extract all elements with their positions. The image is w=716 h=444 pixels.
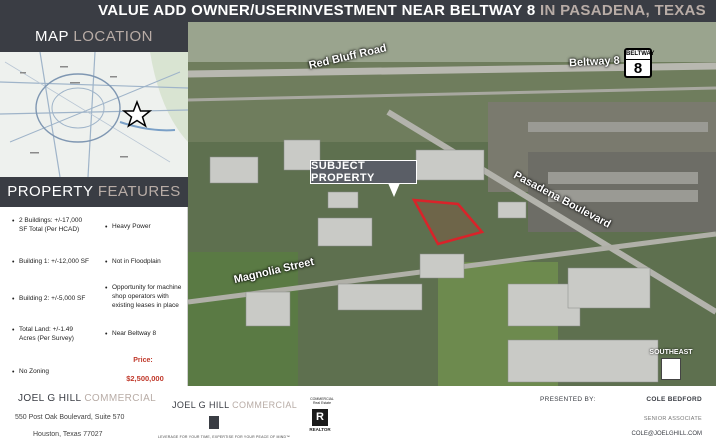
price-value: $2,500,000 <box>126 374 164 383</box>
location-map <box>0 52 188 177</box>
bullet-icon: • <box>12 218 15 225</box>
compass-arrow-icon <box>661 358 681 380</box>
feature-item: • Building 2: +/-5,000 SF <box>12 295 86 303</box>
feature-item: • Near Beltway 8 <box>105 330 157 338</box>
compass-southeast: SOUTHEAST <box>648 349 694 380</box>
beltway-shield-icon: BELTWAY 8 <box>624 48 654 78</box>
beltway-shield-number: 8 <box>633 60 643 77</box>
bullet-icon: • <box>105 259 108 266</box>
realtor-caption: COMMERCIAL Real Estate <box>310 397 334 405</box>
feature-item: • Total Land: +/-1.49 Acres (Per Survey) <box>12 326 74 342</box>
agent-email[interactable]: COLE@JOELGHILL.COM <box>632 431 702 437</box>
feature-item: • Building 1: +/-12,000 SF <box>12 258 89 266</box>
bullet-icon: • <box>12 369 15 376</box>
realtor-word: REALTOR <box>309 427 331 432</box>
company-logo-text: JOEL G HILL COMMERCIAL <box>172 400 298 410</box>
top-banner: VALUE ADD OWNER/USERINVESTMENT NEAR BELT… <box>0 0 716 22</box>
footer-company-name: JOEL G HILL COMMERCIAL <box>18 393 157 404</box>
map-title-accent: LOCATION <box>73 28 153 45</box>
footer-address-line2: Houston, Texas 77027 <box>33 431 103 438</box>
footer: JOEL G HILL COMMERCIAL 550 Post Oak Boul… <box>0 386 716 444</box>
feature-item: • No Zoning <box>12 368 49 376</box>
features-title-accent: FEATURES <box>97 183 181 200</box>
footer-address-line1: 550 Post Oak Boulevard, Suite 570 <box>15 414 125 421</box>
subject-pointer-icon <box>388 183 400 197</box>
beltway-shield-top: BELTWAY <box>626 50 654 60</box>
bullet-icon: • <box>105 224 108 231</box>
title-main: VALUE ADD OWNER/USERINVESTMENT NEAR BELT… <box>98 2 536 19</box>
features-title-main: PROPERTY <box>7 183 98 200</box>
map-graphic <box>0 52 188 177</box>
features-list: • 2 Buildings: +/-17,000 SF Total (Per HC… <box>0 207 188 386</box>
bullet-icon: • <box>12 259 15 266</box>
feature-item: • Not in Floodplain <box>105 258 161 266</box>
feature-item: • Heavy Power <box>105 223 151 231</box>
page-title: VALUE ADD OWNER/USERINVESTMENT NEAR BELT… <box>98 2 706 19</box>
bullet-icon: • <box>105 331 108 338</box>
property-features-header: PROPERTY FEATURES <box>0 177 188 207</box>
price-label: Price: <box>133 357 153 364</box>
bullet-icon: • <box>105 285 108 292</box>
agent-name: COLE BEDFORD <box>646 396 702 403</box>
presented-by-label: PRESENTED BY: <box>540 396 596 403</box>
agent-role: SENIOR ASSOCIATE <box>643 416 702 422</box>
feature-item: • Opportunity for machine shop operators … <box>105 284 182 309</box>
compass-label: SOUTHEAST <box>649 349 693 356</box>
feature-item: • 2 Buildings: +/-17,000 SF Total (Per HC… <box>12 217 83 233</box>
map-title-main: MAP <box>35 28 74 45</box>
bullet-icon: • <box>12 327 15 334</box>
building-logo-icon <box>209 416 219 429</box>
title-accent: IN PASADENA, TEXAS <box>535 2 706 19</box>
aerial-photo: Red Bluff Road Beltway 8 Pasadena Boulev… <box>188 22 716 386</box>
map-location-header: MAP LOCATION <box>0 22 188 52</box>
company-tagline: LEVERAGE FOR YOUR TIME, EXPERTISE FOR YO… <box>158 435 290 439</box>
subject-property-label: SUBJECT PROPERTY <box>310 160 417 184</box>
bullet-icon: • <box>12 296 15 303</box>
realtor-logo-icon: R <box>312 409 328 426</box>
